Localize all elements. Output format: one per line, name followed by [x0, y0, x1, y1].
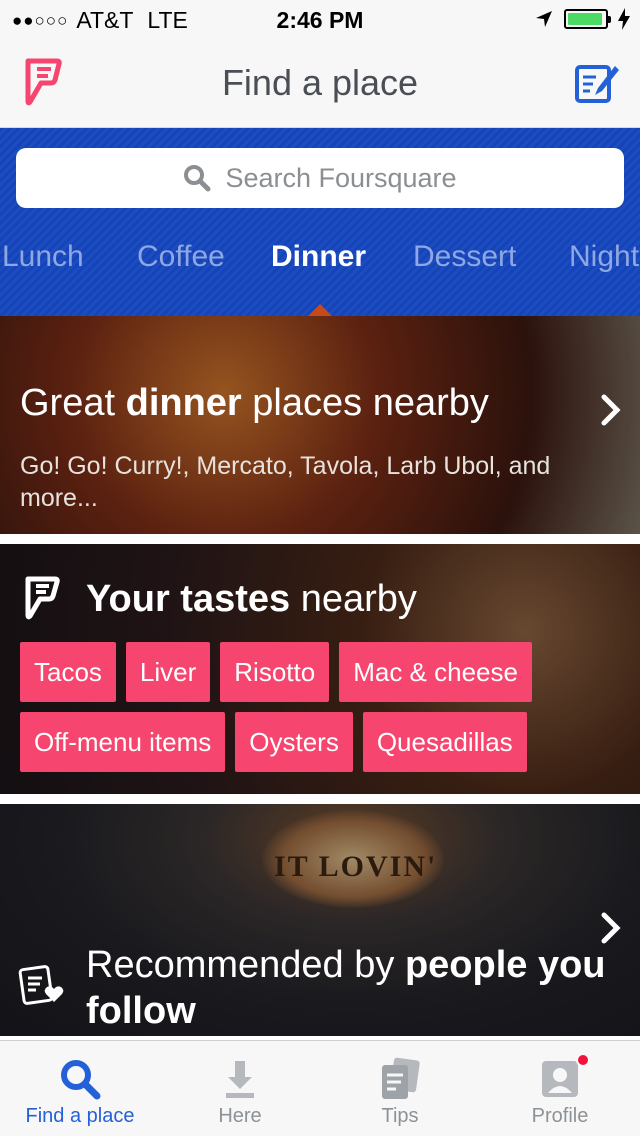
- category-lunch[interactable]: Lunch: [2, 240, 84, 274]
- title-pre: Great: [20, 382, 126, 424]
- foursquare-logo-icon: [25, 576, 60, 620]
- tips-heart-icon: [18, 965, 64, 1005]
- battery-level: [568, 13, 603, 25]
- tab-profile[interactable]: Profile: [480, 1041, 640, 1136]
- selected-category-indicator: [308, 304, 332, 316]
- taste-chip[interactable]: Risotto: [220, 642, 330, 702]
- location-arrow-icon: [536, 11, 552, 27]
- taste-chip[interactable]: Liver: [125, 642, 211, 702]
- navigation-bar: Find a place: [0, 40, 640, 128]
- charging-bolt-icon: [618, 8, 630, 30]
- notification-badge: [576, 1053, 590, 1067]
- chevron-right-icon: [601, 394, 621, 426]
- dinner-places-card[interactable]: Great dinner places nearby Go! Go! Curry…: [0, 316, 640, 534]
- taste-chip[interactable]: Off-menu items: [20, 712, 226, 772]
- search-field[interactable]: Search Foursquare: [16, 148, 624, 208]
- taste-chip[interactable]: Tacos: [20, 642, 116, 702]
- title-bold: dinner: [125, 382, 242, 424]
- category-scroller[interactable]: Lunch Coffee Dinner Dessert Nightlife: [0, 240, 640, 288]
- category-dinner[interactable]: Dinner: [271, 240, 366, 274]
- tab-bar: Find a place Here Tips Profile: [0, 1040, 640, 1136]
- battery-icon: [564, 9, 611, 29]
- tab-find-a-place[interactable]: Find a place: [0, 1041, 160, 1136]
- card-title: Recommended by people you follow: [86, 942, 606, 1034]
- category-dessert[interactable]: Dessert: [413, 240, 516, 274]
- search-placeholder: Search Foursquare: [225, 162, 457, 193]
- category-coffee[interactable]: Coffee: [137, 240, 225, 274]
- check-in-icon: [226, 1061, 254, 1098]
- taste-chip[interactable]: Quesadillas: [362, 712, 527, 772]
- search-icon: [61, 1060, 101, 1100]
- title-pre: Recommended by: [86, 944, 405, 986]
- taste-chips: Tacos Liver Risotto Mac & cheese Off-men…: [20, 642, 620, 772]
- people-you-follow-card[interactable]: IT LOVIN' Recommended by people you foll…: [0, 804, 640, 1036]
- tab-label: Find a place: [25, 1105, 135, 1127]
- tips-icon: [382, 1057, 420, 1099]
- tab-here[interactable]: Here: [160, 1041, 320, 1136]
- taste-chip[interactable]: Oysters: [235, 712, 353, 772]
- tastes-card: Your tastes nearby Tacos Liver Risotto M…: [0, 544, 640, 794]
- tab-label: Here: [218, 1105, 262, 1127]
- title-post: nearby: [290, 578, 417, 620]
- taste-chip[interactable]: Mac & cheese: [339, 642, 532, 702]
- tab-tips[interactable]: Tips: [320, 1041, 480, 1136]
- category-nightlife[interactable]: Nightlife: [569, 240, 640, 274]
- explore-header: Search Foursquare Lunch Coffee Dinner De…: [0, 128, 640, 316]
- tab-label: Tips: [381, 1105, 419, 1127]
- card-title: Your tastes nearby: [86, 578, 417, 621]
- title-bold: Your tastes: [86, 578, 291, 620]
- page-title: Find a place: [221, 62, 419, 103]
- status-right: [534, 8, 630, 30]
- chevron-right-icon: [601, 912, 621, 944]
- card-title: Great dinner places nearby: [20, 382, 489, 425]
- search-icon: [184, 165, 211, 192]
- tab-label: Profile: [531, 1105, 589, 1127]
- compose-icon[interactable]: [574, 62, 620, 104]
- status-bar: ●●○○○ AT&T LTE 2:46 PM: [0, 0, 640, 40]
- card-subtitle: Go! Go! Curry!, Mercato, Tavola, Larb Ub…: [20, 452, 551, 512]
- title-post: places nearby: [241, 382, 489, 424]
